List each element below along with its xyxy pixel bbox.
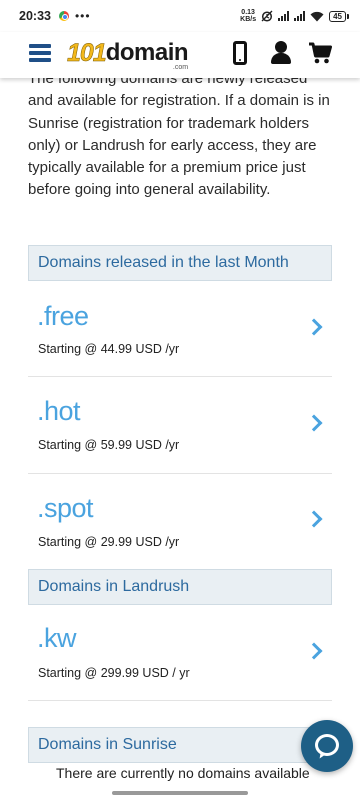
cart-icon[interactable] — [308, 41, 332, 65]
chevron-right-icon[interactable] — [305, 414, 323, 432]
section-header-sunrise: Domains in Sunrise — [28, 727, 332, 763]
section-header-last-month: Domains released in the last Month — [28, 245, 332, 281]
domain-item-spot[interactable]: .spot Starting @ 29.99 USD /yr — [28, 474, 332, 570]
wifi-icon — [310, 11, 324, 21]
status-right: 0.13 KB/s 45 — [240, 9, 349, 23]
domain-price: Starting @ 29.99 USD /yr — [38, 535, 180, 549]
site-header: 101 domain .com — [0, 32, 360, 78]
site-logo[interactable]: 101 domain .com — [67, 39, 189, 72]
domain-name[interactable]: .free — [37, 301, 89, 332]
empty-state-text: There are currently no domains available — [56, 765, 310, 781]
chevron-right-icon[interactable] — [305, 642, 323, 660]
section-header-landrush: Domains in Landrush — [28, 569, 332, 605]
signal-icon — [294, 11, 306, 21]
chevron-right-icon[interactable] — [305, 510, 323, 528]
domain-name[interactable]: .hot — [37, 396, 81, 427]
logo-word: domain — [105, 39, 189, 66]
domain-name[interactable]: .kw — [37, 623, 77, 654]
domain-price: Starting @ 44.99 USD /yr — [38, 342, 180, 356]
logo-number: 101 — [67, 39, 107, 67]
network-speed: 0.13 KB/s — [240, 9, 256, 23]
domain-item-kw[interactable]: .kw Starting @ 299.99 USD / yr — [28, 605, 332, 701]
speed-unit: KB/s — [240, 16, 257, 23]
status-bar: 20:33 ••• 0.13 KB/s 45 — [0, 0, 360, 32]
logo-tld: .com — [172, 64, 189, 71]
domain-name[interactable]: .spot — [37, 493, 94, 524]
intro-text: The following domains are newly released… — [28, 70, 330, 199]
battery-icon: 45 — [329, 10, 349, 22]
user-icon[interactable] — [270, 41, 292, 65]
domain-item-hot[interactable]: .hot Starting @ 59.99 USD /yr — [28, 377, 332, 474]
phone-icon[interactable] — [233, 41, 247, 65]
domain-price: Starting @ 59.99 USD /yr — [38, 438, 180, 452]
status-time: 20:33 — [19, 9, 51, 23]
speed-value: 0.13 — [241, 9, 255, 16]
domain-price: Starting @ 299.99 USD / yr — [38, 666, 190, 680]
domain-item-free[interactable]: .free Starting @ 44.99 USD /yr — [28, 280, 332, 377]
chat-icon — [315, 734, 339, 756]
home-indicator[interactable] — [112, 791, 248, 795]
chrome-icon — [58, 11, 69, 21]
signal-icon — [278, 11, 290, 21]
more-notifications-icon: ••• — [74, 9, 91, 23]
chat-button[interactable] — [301, 720, 353, 772]
chevron-right-icon[interactable] — [305, 318, 323, 336]
alarm-icon — [261, 10, 273, 22]
menu-icon[interactable] — [29, 44, 51, 62]
